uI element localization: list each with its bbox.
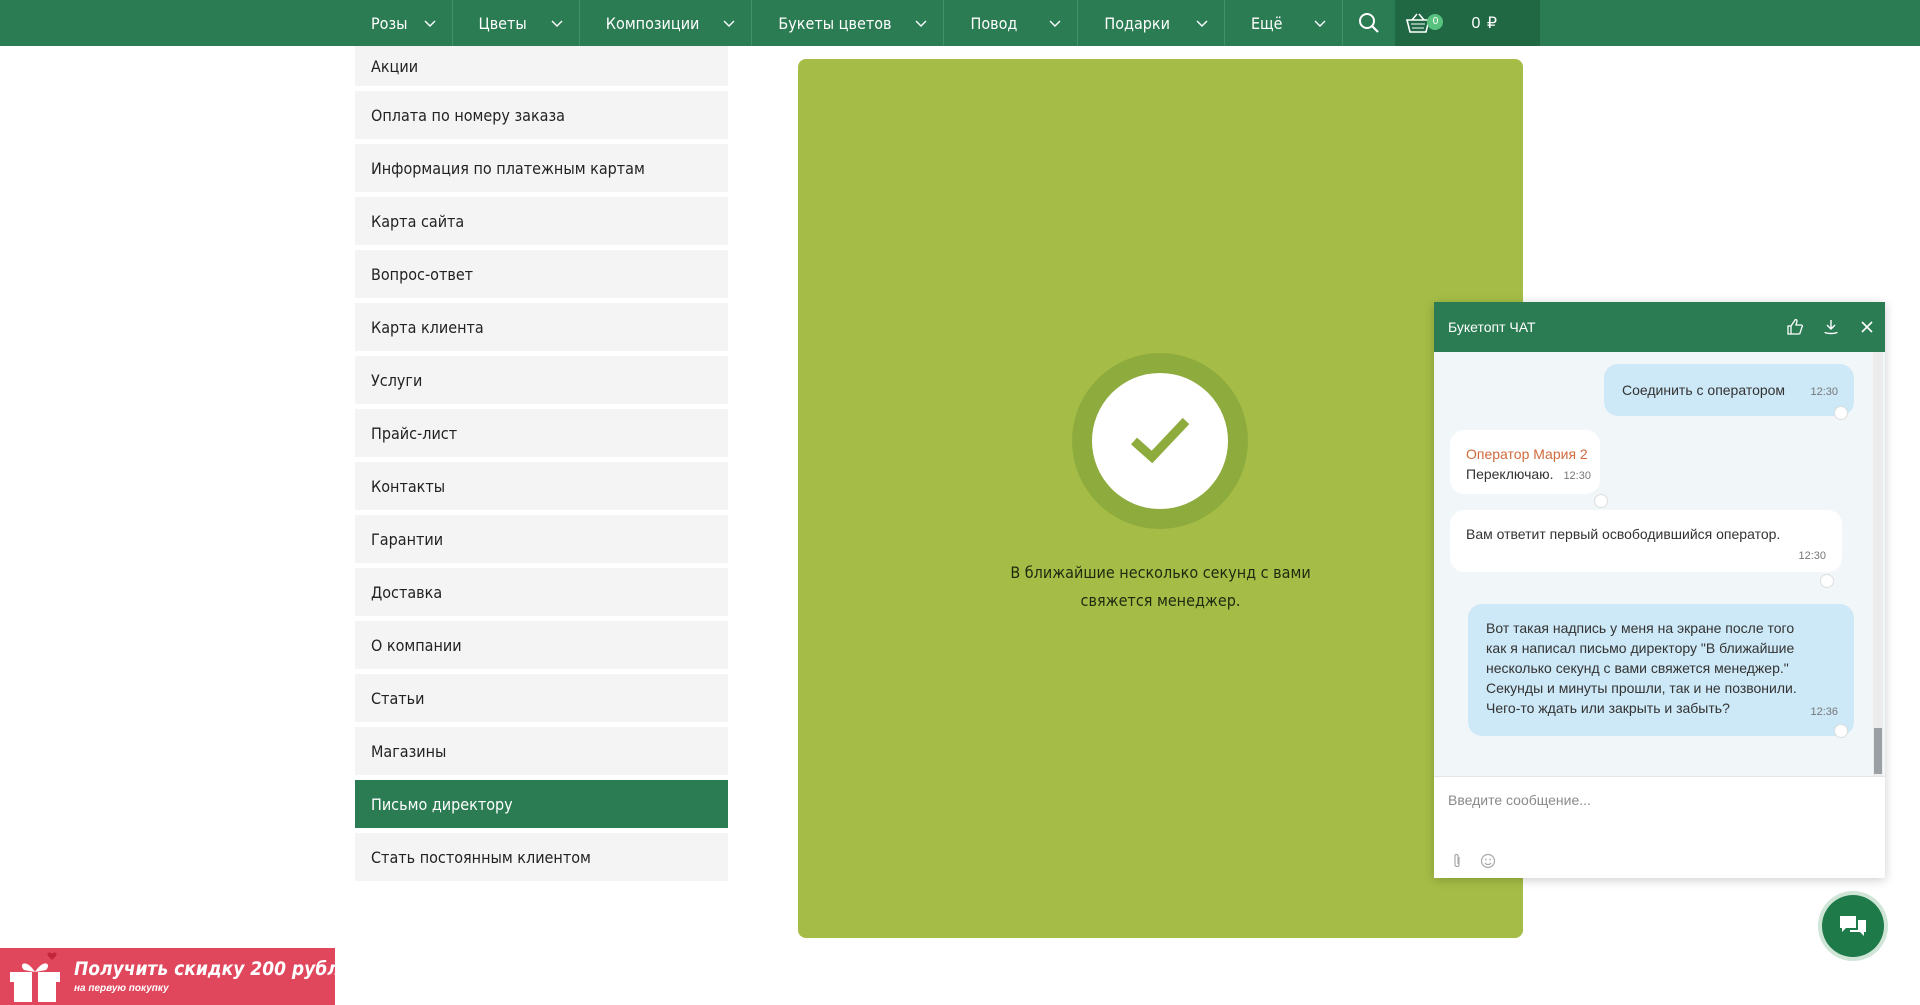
chevron-down-icon: [551, 20, 563, 27]
nav-item-roses[interactable]: Розы: [355, 0, 453, 46]
success-message: В ближайшие несколько секунд с вами свяж…: [1010, 563, 1311, 610]
chat-messages[interactable]: Соединить с оператором 12:30 Оператор Ма…: [1434, 352, 1885, 776]
like-icon[interactable]: [1594, 494, 1608, 508]
message-input[interactable]: [1448, 785, 1868, 815]
download-icon: [1824, 320, 1838, 335]
promo-subtitle: на первую покупку: [74, 983, 169, 994]
chat-message-outgoing: Соединить с оператором 12:30: [1604, 364, 1854, 416]
chat-scrollbar-thumb[interactable]: [1874, 728, 1882, 774]
sidebar-item-guarantees[interactable]: Гарантии: [355, 515, 728, 563]
sidebar-item-order-payment[interactable]: Оплата по номеру заказа: [355, 91, 728, 139]
search-button[interactable]: [1343, 0, 1395, 46]
cart-sum: 0 ₽: [1471, 15, 1498, 32]
chat-scrollbar[interactable]: [1873, 352, 1883, 776]
nav-item-occasion[interactable]: Повод: [944, 0, 1079, 46]
like-icon[interactable]: [1834, 406, 1848, 420]
chat-title: Букетопт ЧАТ: [1448, 319, 1536, 335]
sidebar-item-contacts[interactable]: Контакты: [355, 462, 728, 510]
chat-header: Букетопт ЧАТ: [1434, 302, 1885, 352]
nav-item-more[interactable]: Ещё: [1225, 0, 1344, 46]
chevron-down-icon: [1314, 20, 1326, 27]
chat-message-incoming: Оператор Мария 2 Переключаю. 12:30: [1450, 430, 1600, 494]
like-icon[interactable]: [1834, 724, 1848, 738]
nav-item-flowers[interactable]: Цветы: [453, 0, 580, 46]
thumbs-up-icon: [1787, 318, 1804, 335]
sidebar-item-about[interactable]: О компании: [355, 621, 728, 669]
top-nav: Розы Цветы Композиции Букеты цветов Пово…: [0, 0, 1920, 46]
chat-bubbles-icon: [1840, 916, 1866, 936]
nav-item-compositions[interactable]: Композиции: [580, 0, 753, 46]
sidebar-item-services[interactable]: Услуги: [355, 356, 728, 404]
sidebar-item-promotions[interactable]: Акции: [355, 46, 728, 86]
operator-name: Оператор Мария 2: [1466, 446, 1588, 462]
search-icon: [1359, 13, 1380, 33]
cart-button[interactable]: 0 0 ₽: [1395, 0, 1541, 46]
chevron-down-icon: [723, 20, 735, 27]
chat-message-outgoing: Вот такая надпись у меня на экране после…: [1468, 604, 1854, 736]
checkmark-icon: [1131, 417, 1190, 464]
chat-message-incoming: Вам ответит первый освободившийся операт…: [1450, 510, 1842, 572]
chat-widget: Букетопт ЧАТ Соединить с оператором 12:3…: [1434, 302, 1885, 878]
sidebar-item-stores[interactable]: Магазины: [355, 727, 728, 775]
sidebar-item-delivery[interactable]: Доставка: [355, 568, 728, 616]
success-card: В ближайшие несколько секунд с вами свяж…: [798, 59, 1523, 938]
like-icon[interactable]: [1820, 574, 1834, 588]
close-button[interactable]: [1849, 302, 1885, 352]
sidebar-item-sitemap[interactable]: Карта сайта: [355, 197, 728, 245]
paperclip-icon[interactable]: [1450, 853, 1464, 869]
nav-item-gifts[interactable]: Подарки: [1078, 0, 1225, 46]
thumbs-up-button[interactable]: [1777, 302, 1813, 352]
sidebar-item-client-card[interactable]: Карта клиента: [355, 303, 728, 351]
close-icon: [1861, 321, 1873, 333]
chat-open-button[interactable]: [1822, 895, 1884, 957]
sidebar-item-articles[interactable]: Статьи: [355, 674, 728, 722]
emoji-icon[interactable]: [1480, 853, 1496, 869]
success-check-badge: [1072, 353, 1248, 529]
sidebar-item-pricelist[interactable]: Прайс-лист: [355, 409, 728, 457]
cart-count-badge: 0: [1427, 14, 1444, 30]
sidebar-menu: Акции Оплата по номеру заказа Информация…: [355, 46, 728, 886]
nav-item-bouquets[interactable]: Букеты цветов: [752, 0, 945, 46]
chevron-down-icon: [424, 20, 436, 27]
nav-menu: Розы Цветы Композиции Букеты цветов Пово…: [355, 0, 1541, 46]
chat-input-area: [1434, 776, 1885, 878]
sidebar-item-faq[interactable]: Вопрос-ответ: [355, 250, 728, 298]
chevron-down-icon: [1196, 20, 1208, 27]
gift-icon: [10, 952, 60, 1002]
promo-title: Получить скидку 200 рублей: [74, 958, 364, 980]
chevron-down-icon: [915, 20, 927, 27]
sidebar-item-card-info[interactable]: Информация по платежным картам: [355, 144, 728, 192]
chevron-down-icon: [1049, 20, 1061, 27]
sidebar-item-loyal-client[interactable]: Стать постоянным клиентом: [355, 833, 728, 881]
sidebar-item-letter-director[interactable]: Письмо директору: [355, 780, 728, 828]
discount-promo-banner[interactable]: Получить скидку 200 рублей на первую пок…: [0, 948, 363, 1005]
download-button[interactable]: [1813, 302, 1849, 352]
